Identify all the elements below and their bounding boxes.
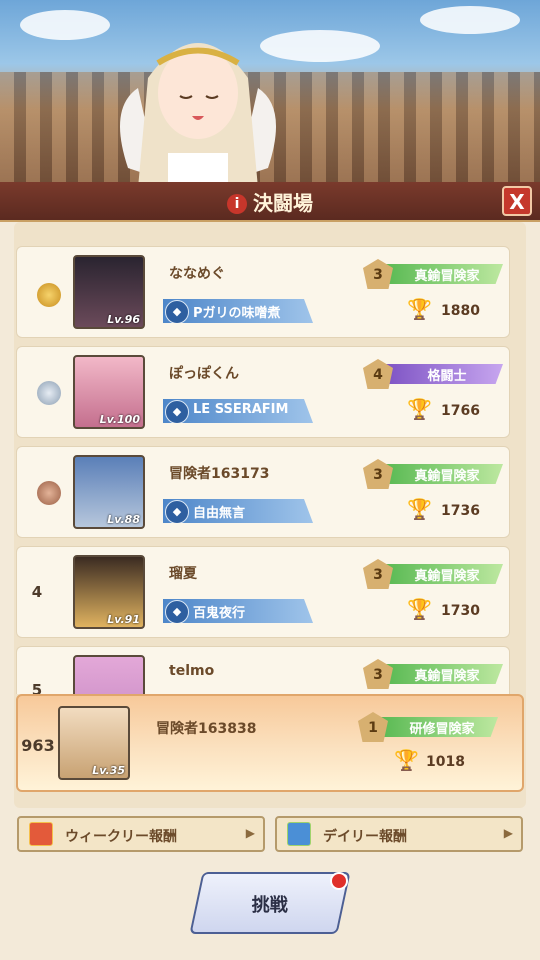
- cloud: [260, 30, 380, 62]
- avatar: Lv.91: [73, 555, 145, 629]
- page-title: 決闘場: [253, 191, 313, 215]
- tier-badge: 真鍮冒険家 3: [363, 259, 503, 289]
- guild-name: LE SSERAFIM: [193, 402, 289, 417]
- guild-tag: ◆ 百鬼夜行: [163, 599, 313, 623]
- guild-tag: ◆ 自由無言: [163, 499, 313, 523]
- player-name: ぽっぽくん: [169, 366, 239, 382]
- avatar: Lv.35: [58, 706, 130, 780]
- gift-icon: [29, 822, 53, 846]
- tier-level-icon: 3: [363, 659, 393, 689]
- tier-level-icon: 3: [363, 459, 393, 489]
- avatar: Lv.100: [73, 355, 145, 429]
- chevron-right-icon: ▶: [503, 826, 513, 840]
- tier-badge: 真鍮冒険家 3: [363, 559, 503, 589]
- tier-name: 真鍮冒険家: [414, 269, 480, 284]
- trophy-icon: 🏆: [394, 748, 419, 772]
- tier-badge: 真鍮冒険家 3: [363, 459, 503, 489]
- guild-emblem-icon: ◆: [165, 400, 189, 423]
- guild-emblem-icon: ◆: [165, 300, 189, 323]
- tier-name: 真鍮冒険家: [414, 669, 480, 684]
- tier-level-icon: 4: [363, 359, 393, 389]
- tier-level-icon: 3: [363, 259, 393, 289]
- challenge-button[interactable]: 挑戦: [189, 872, 351, 934]
- silver-medal-icon: [37, 381, 61, 405]
- level-label: Lv.96: [107, 313, 140, 326]
- header-bar: i 決闘場 X: [0, 182, 540, 222]
- avatar: [73, 655, 145, 694]
- tier-name: 真鍮冒険家: [414, 469, 480, 484]
- daily-reward-button[interactable]: デイリー報酬 ▶: [275, 816, 523, 852]
- level-label: Lv.35: [92, 764, 125, 777]
- cloud: [20, 10, 110, 40]
- avatar: Lv.96: [73, 255, 145, 329]
- gift-icon: [287, 822, 311, 846]
- score: 1730: [441, 603, 480, 619]
- score: 1018: [426, 754, 465, 770]
- tier-badge: 真鍮冒険家 3: [363, 659, 503, 689]
- ranking-row[interactable]: Lv.88 冒険者163173 ◆ 自由無言 真鍮冒険家 3 🏆 1736: [16, 446, 510, 538]
- player-name: 冒険者163838: [156, 721, 257, 737]
- tier-level-icon: 1: [358, 712, 388, 742]
- trophy-icon: 🏆: [407, 397, 432, 421]
- ranking-row[interactable]: 5 telmo 真鍮冒険家 3: [16, 646, 510, 694]
- level-label: Lv.88: [107, 513, 140, 526]
- daily-reward-label: デイリー報酬: [323, 829, 407, 845]
- trophy-icon: 🏆: [407, 297, 432, 321]
- tier-name: 真鍮冒険家: [414, 569, 480, 584]
- player-name: 瑠夏: [169, 566, 197, 582]
- angel-character-illustration: [120, 43, 276, 182]
- score: 1880: [441, 303, 480, 319]
- tier-name: 研修冒険家: [409, 722, 475, 737]
- weekly-reward-button[interactable]: ウィークリー報酬 ▶: [17, 816, 265, 852]
- guild-name: 百鬼夜行: [193, 606, 246, 621]
- guild-tag: ◆ Pガリの味噌煮: [163, 299, 313, 323]
- player-name: 冒険者163173: [169, 466, 270, 482]
- tier-badge: 研修冒険家 1: [358, 712, 498, 742]
- score: 1766: [441, 403, 480, 419]
- my-ranking-row[interactable]: 963 Lv.35 冒険者163838 研修冒険家 1 🏆 1018: [16, 694, 524, 792]
- guild-emblem-icon: ◆: [165, 600, 189, 623]
- trophy-icon: 🏆: [407, 597, 432, 621]
- my-rank-number: 963: [21, 736, 55, 755]
- weekly-reward-label: ウィークリー報酬: [65, 829, 177, 845]
- guild-name: 自由無言: [193, 506, 246, 521]
- guild-tag: ◆ LE SSERAFIM: [163, 399, 313, 423]
- guild-name: Pガリの味噌煮: [193, 306, 281, 321]
- guild-emblem-icon: ◆: [165, 500, 189, 523]
- avatar: Lv.88: [73, 455, 145, 529]
- notification-dot: [330, 872, 348, 890]
- level-label: Lv.100: [99, 413, 140, 426]
- info-icon[interactable]: i: [227, 194, 247, 214]
- chevron-right-icon: ▶: [245, 826, 255, 840]
- player-name: ななめぐ: [169, 266, 225, 282]
- rank-number: 5: [31, 681, 43, 694]
- colosseum-banner: [0, 0, 540, 182]
- challenge-label: 挑戦: [251, 895, 288, 916]
- close-button[interactable]: X: [502, 186, 532, 216]
- gold-medal-icon: [37, 283, 61, 307]
- ranking-row[interactable]: Lv.100 ぽっぽくん ◆ LE SSERAFIM 格闘士 4 🏆 1766: [16, 346, 510, 438]
- title-wrap: i 決闘場: [0, 187, 540, 216]
- score: 1736: [441, 503, 480, 519]
- tier-badge: 格闘士 4: [363, 359, 503, 389]
- ranking-row[interactable]: Lv.96 ななめぐ ◆ Pガリの味噌煮 真鍮冒険家 3 🏆 1880: [16, 246, 510, 338]
- ranking-row[interactable]: 4 Lv.91 瑠夏 ◆ 百鬼夜行 真鍮冒険家 3 🏆 1730: [16, 546, 510, 638]
- tier-name: 格闘士: [427, 369, 467, 384]
- player-name: telmo: [169, 663, 215, 679]
- bronze-medal-icon: [37, 481, 61, 505]
- cloud: [420, 6, 520, 34]
- level-label: Lv.91: [107, 613, 140, 626]
- tier-level-icon: 3: [363, 559, 393, 589]
- trophy-icon: 🏆: [407, 497, 432, 521]
